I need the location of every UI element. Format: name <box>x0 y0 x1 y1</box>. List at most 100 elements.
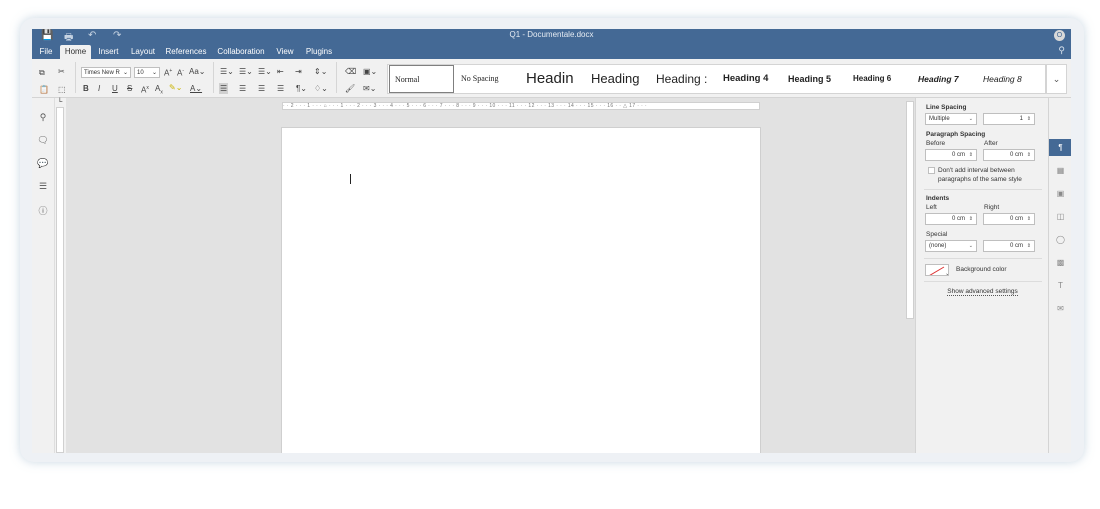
spacing-before-input[interactable]: 0 cm ⇕ <box>925 149 977 161</box>
tab-view[interactable]: View <box>273 45 297 59</box>
tab-collaboration[interactable]: Collaboration <box>215 45 267 59</box>
chat-icon[interactable]: 💬 <box>32 158 54 169</box>
numbered-list-icon[interactable]: ☰⌄ <box>239 66 253 77</box>
divider <box>924 258 1042 259</box>
style-heading-1[interactable]: Headin <box>521 65 585 93</box>
style-heading-7[interactable]: Heading 7 <box>913 65 977 93</box>
paragraph-settings-icon[interactable]: ¶ <box>1049 139 1071 156</box>
increase-font-icon[interactable]: A+ <box>164 66 172 79</box>
before-label: Before <box>926 140 946 147</box>
decrease-indent-icon[interactable]: ⇤ <box>277 66 284 77</box>
font-size-select[interactable]: 10 ⌄ <box>134 67 160 78</box>
style-normal[interactable]: Normal <box>389 65 454 93</box>
background-color-picker[interactable]: ⌄ <box>925 264 949 276</box>
change-case-icon[interactable]: Aa⌄ <box>189 66 206 77</box>
shading-icon[interactable]: ♢⌄ <box>314 83 328 94</box>
align-right-icon[interactable]: ☰ <box>258 83 265 94</box>
horizontal-ruler[interactable]: · · 2 · · · 1 · · · ⌂ · · · 1 · · · 2 · … <box>282 102 760 110</box>
header-footer-icon[interactable]: ◫ <box>1049 212 1071 221</box>
indent-right-input[interactable]: 0 cm ⇕ <box>983 213 1035 225</box>
strikethrough-icon[interactable]: S <box>127 83 132 94</box>
tab-insert[interactable]: Insert <box>95 45 122 59</box>
vertical-ruler[interactable] <box>56 107 64 453</box>
special-indent-input[interactable]: 0 cm ⇕ <box>983 240 1035 252</box>
mail-merge-icon[interactable]: ✉ <box>1049 304 1071 313</box>
font-name-select[interactable]: Times New R ⌄ <box>81 67 131 78</box>
decrease-font-icon[interactable]: A- <box>177 66 184 79</box>
tab-layout[interactable]: Layout <box>128 45 158 59</box>
tab-references[interactable]: References <box>164 45 208 59</box>
search-icon[interactable]: ⚲ <box>1058 45 1065 56</box>
paragraph-marks-icon[interactable]: ¶⌄ <box>296 83 307 94</box>
subscript-icon[interactable]: Ax <box>155 83 163 99</box>
chart-settings-icon[interactable]: ▩ <box>1049 258 1071 267</box>
image-settings-icon[interactable]: ▣ <box>1049 189 1071 198</box>
divider <box>336 62 337 93</box>
navigation-icon[interactable]: ☰ <box>32 181 54 192</box>
paste-icon[interactable]: 📋 <box>39 84 49 95</box>
page-color-icon[interactable]: ▣⌄ <box>363 66 377 77</box>
clear-format-icon[interactable]: ⌫ <box>345 66 356 77</box>
line-spacing-icon[interactable]: ⇕⌄ <box>314 66 327 77</box>
tab-plugins[interactable]: Plugins <box>303 45 335 59</box>
line-spacing-label: Line Spacing <box>926 104 967 111</box>
info-icon[interactable]: ⓘ <box>32 204 54 217</box>
underline-icon[interactable]: U <box>112 83 118 94</box>
spinner-icon[interactable]: ⇕ <box>1027 114 1031 125</box>
tab-file[interactable]: File <box>36 45 56 59</box>
line-spacing-mode-select[interactable]: Multiple ⌄ <box>925 113 977 125</box>
bold-icon[interactable]: B <box>83 83 89 94</box>
spinner-icon[interactable]: ⇕ <box>969 214 973 225</box>
indent-left-input[interactable]: 0 cm ⇕ <box>925 213 977 225</box>
chevron-down-icon: ⌄ <box>1052 74 1061 84</box>
shape-settings-icon[interactable]: ◯ <box>1049 235 1071 244</box>
mail-merge-icon[interactable]: ✉⌄ <box>363 83 376 94</box>
cut-icon[interactable]: ✂ <box>58 66 65 77</box>
select-all-icon[interactable]: ⬚ <box>58 84 66 95</box>
align-center-icon[interactable]: ☰ <box>239 83 246 94</box>
spinner-icon[interactable]: ⇕ <box>969 150 973 161</box>
superscript-icon[interactable]: Ax <box>141 83 149 96</box>
style-heading-3[interactable]: Heading : <box>651 65 715 93</box>
special-indent-select[interactable]: (none) ⌄ <box>925 240 977 252</box>
search-icon[interactable]: ⚲ <box>32 112 54 123</box>
justify-icon[interactable]: ☰ <box>277 83 284 94</box>
line-spacing-value-input[interactable]: 1 ⇕ <box>983 113 1035 125</box>
text-art-icon[interactable]: T <box>1049 281 1071 290</box>
styles-expand-button[interactable]: ⌄ <box>1046 64 1067 94</box>
copy-icon[interactable]: ⧉ <box>39 67 45 78</box>
copy-style-icon[interactable]: 🖌 <box>345 83 355 94</box>
line-spacing-value: 1 <box>1019 116 1023 122</box>
dont-add-interval-label: Don't add interval between <box>938 167 1015 174</box>
user-avatar[interactable]: O <box>1054 30 1065 41</box>
style-heading-4[interactable]: Heading 4 <box>718 65 782 93</box>
document-page[interactable] <box>281 127 761 453</box>
tab-stop-icon[interactable]: └ <box>56 99 64 107</box>
spinner-icon[interactable]: ⇕ <box>1027 150 1031 161</box>
tab-home[interactable]: Home <box>60 45 91 59</box>
style-heading-2[interactable]: Heading <box>586 65 650 93</box>
spacing-after-input[interactable]: 0 cm ⇕ <box>983 149 1035 161</box>
divider <box>924 281 1042 282</box>
dont-add-interval-checkbox[interactable] <box>928 167 935 174</box>
comments-icon[interactable]: 🗨 <box>32 135 54 146</box>
style-heading-5[interactable]: Heading 5 <box>783 65 847 93</box>
align-left-icon[interactable]: ☰ <box>219 83 229 94</box>
multilevel-list-icon[interactable]: ☰⌄ <box>258 66 272 77</box>
style-no-spacing[interactable]: No Spacing <box>456 65 520 93</box>
chevron-down-icon: ⌄ <box>151 70 157 76</box>
style-heading-8[interactable]: Heading 8 <box>978 65 1042 93</box>
spinner-icon[interactable]: ⇕ <box>1027 214 1031 225</box>
table-settings-icon[interactable]: ▦ <box>1049 166 1071 175</box>
italic-icon[interactable]: I <box>98 83 100 94</box>
font-color-icon[interactable]: A⌄ <box>190 83 202 94</box>
highlight-icon[interactable]: ✎⌄ <box>169 82 182 93</box>
editor-app: 💾 🖶 ↶ ↷ Q1 - Documentale.docx O File Hom… <box>32 29 1071 453</box>
show-advanced-settings-link[interactable]: Show advanced settings <box>916 288 1049 296</box>
chevron-down-icon: ⌄ <box>968 243 973 249</box>
increase-indent-icon[interactable]: ⇥ <box>295 66 302 77</box>
style-heading-6[interactable]: Heading 6 <box>848 65 912 93</box>
spinner-icon[interactable]: ⇕ <box>1027 241 1031 252</box>
vertical-scrollbar[interactable] <box>906 101 914 319</box>
bullet-list-icon[interactable]: ☰⌄ <box>220 66 234 77</box>
